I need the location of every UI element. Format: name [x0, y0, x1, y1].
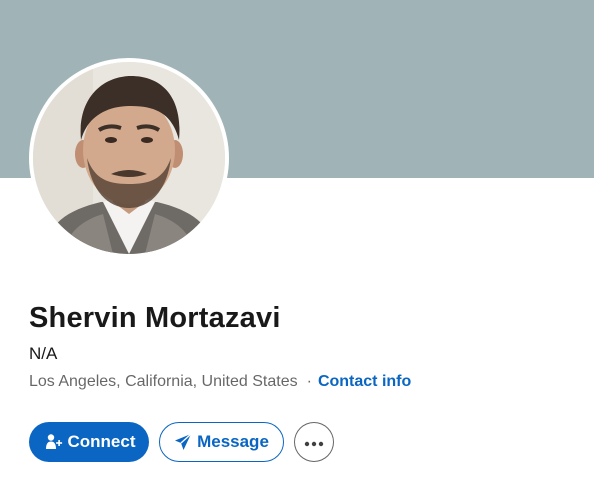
profile-actions: Connect Message	[29, 422, 334, 462]
message-button[interactable]: Message	[159, 422, 284, 462]
contact-info-link[interactable]: Contact info	[318, 373, 411, 391]
connect-button[interactable]: Connect	[29, 422, 149, 462]
profile-name: Shervin Mortazavi	[29, 302, 281, 334]
message-label: Message	[197, 432, 269, 451]
profile-headline: N/A	[29, 344, 58, 363]
more-horizontal-icon	[304, 435, 324, 450]
profile-location: Los Angeles, California, United States	[29, 373, 298, 390]
more-actions-button[interactable]	[294, 422, 334, 462]
add-person-icon	[45, 433, 63, 451]
profile-photo[interactable]	[33, 62, 225, 254]
profile-photo-frame[interactable]	[29, 58, 229, 258]
location-separator: ·	[306, 373, 312, 390]
connect-label: Connect	[67, 432, 136, 451]
send-icon	[174, 433, 192, 451]
location-row: Los Angeles, California, United States ·…	[29, 370, 411, 394]
